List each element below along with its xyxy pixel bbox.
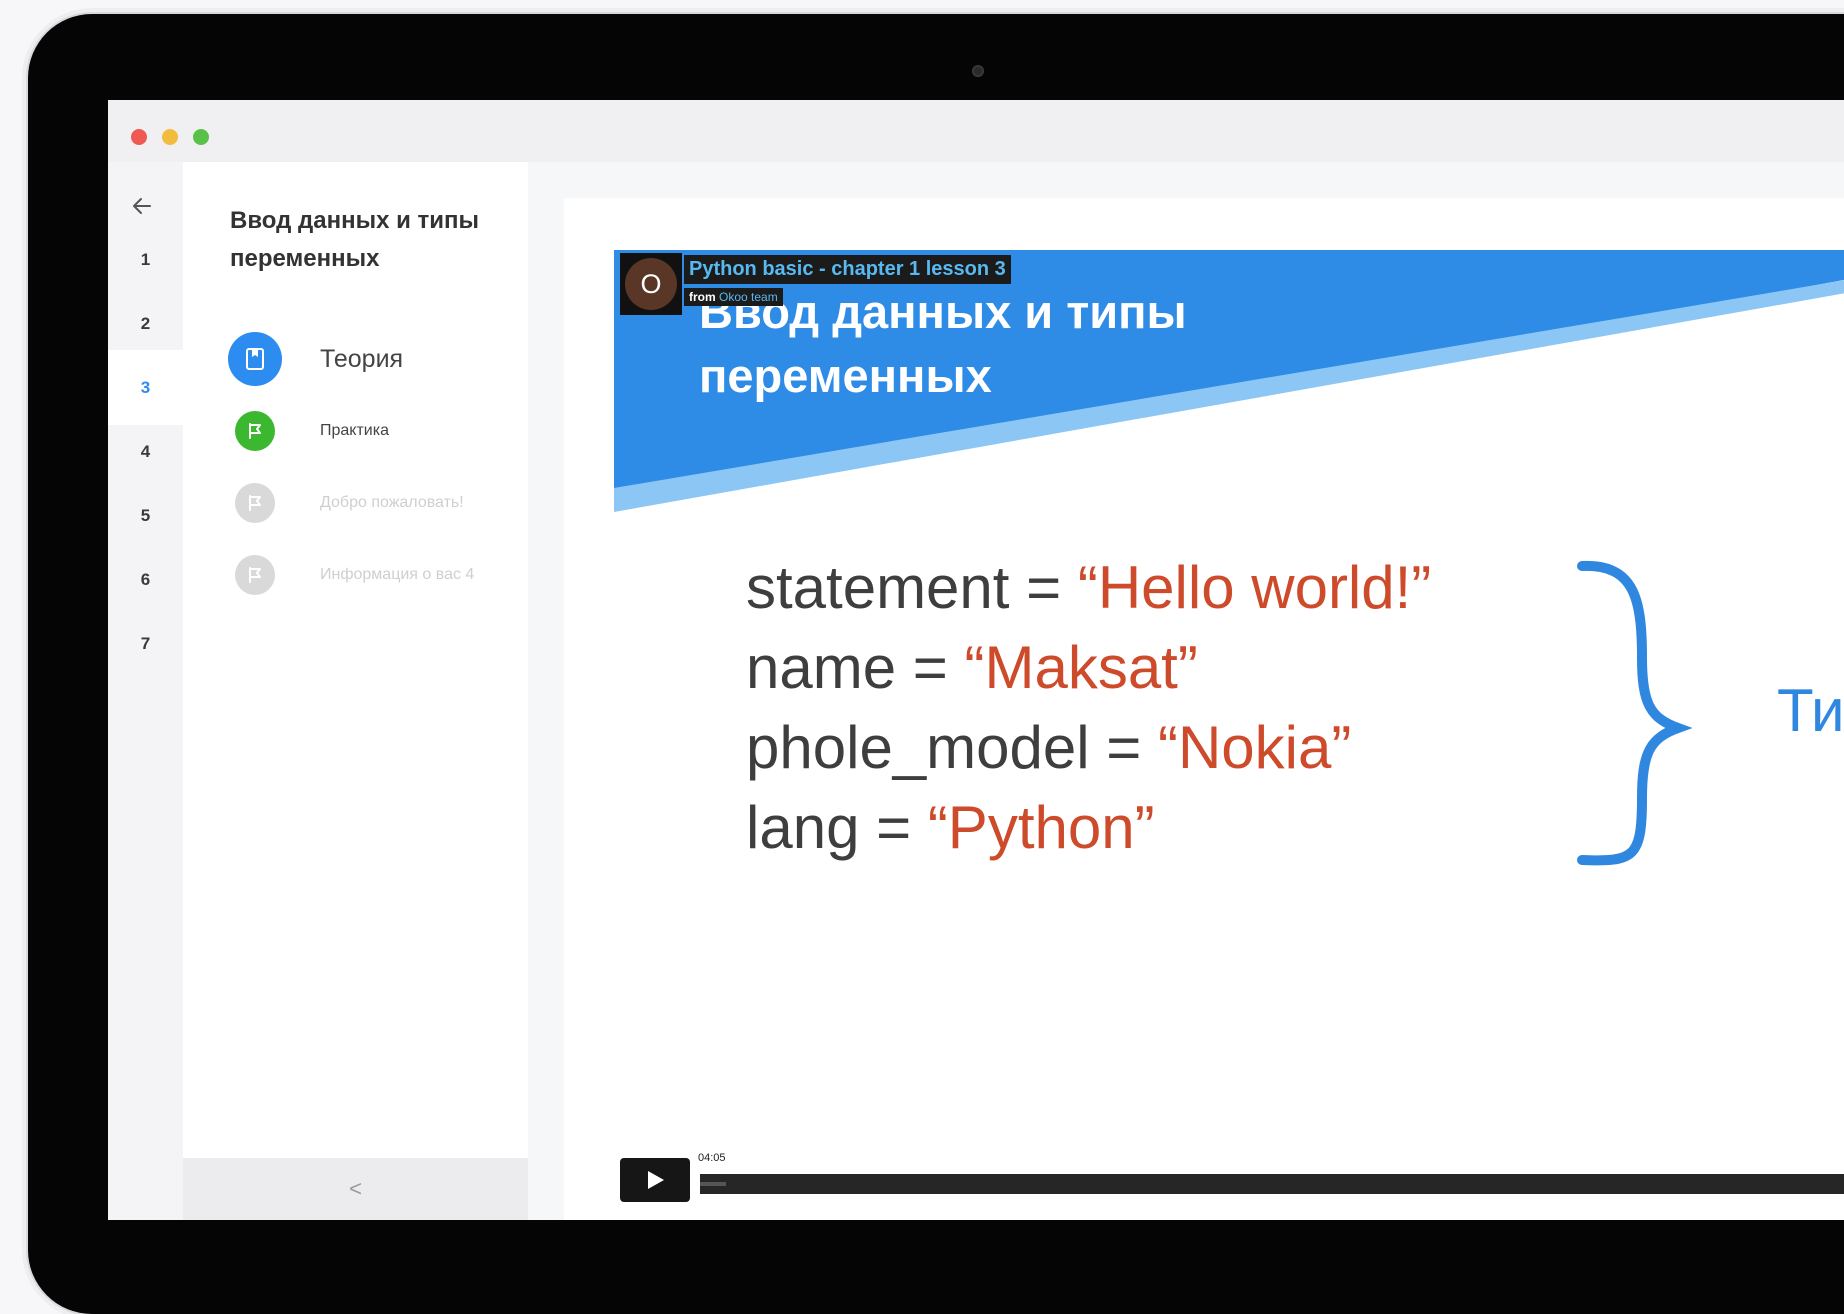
flag-icon xyxy=(235,483,275,523)
main-content: Ввод данных и типы переменных statement … xyxy=(528,162,1844,1220)
curly-brace-icon xyxy=(1577,560,1692,866)
lesson-item-label: Добро пожаловать! xyxy=(320,494,464,511)
step-navigation: 1 2 3 4 5 6 7 xyxy=(108,162,183,1220)
video-author-line: from Okoo team xyxy=(684,288,783,306)
video-from-label: from xyxy=(689,290,716,304)
video-controls: 04:05 xyxy=(620,1152,1844,1208)
code-block: statement = “Hello world!” name = “Maksa… xyxy=(746,548,1431,868)
window-titlebar xyxy=(108,100,1844,162)
code-line: name = “Maksat” xyxy=(746,634,1198,701)
lesson-item-theory[interactable]: Теория xyxy=(228,332,403,386)
avatar-letter: O xyxy=(625,258,677,310)
collapse-panel-button[interactable]: < xyxy=(183,1158,528,1220)
lesson-panel: Ввод данных и типы переменных Теория Пра… xyxy=(183,162,528,1220)
arrow-left-icon[interactable] xyxy=(132,196,152,216)
lesson-item-welcome[interactable]: Добро пожаловать! xyxy=(228,483,464,523)
video-time-label: 04:05 xyxy=(696,1152,728,1164)
zoom-window-button[interactable] xyxy=(193,129,209,145)
lesson-item-label: Практика xyxy=(320,422,389,439)
avatar[interactable]: O xyxy=(620,253,682,315)
camera-icon xyxy=(972,65,984,77)
laptop-frame: 1 2 3 4 5 6 7 Ввод данных и типы перемен… xyxy=(28,14,1844,1314)
lesson-title: Ввод данных и типы переменных xyxy=(230,207,480,272)
minimize-window-button[interactable] xyxy=(162,129,178,145)
play-button[interactable] xyxy=(620,1158,690,1202)
book-icon xyxy=(228,332,282,386)
code-line: statement = “Hello world!” xyxy=(746,554,1432,621)
brace-label: Тип xyxy=(1777,677,1844,744)
code-line: lang = “Python” xyxy=(746,794,1155,861)
lesson-item-label: Теория xyxy=(320,344,404,373)
app-window: 1 2 3 4 5 6 7 Ввод данных и типы перемен… xyxy=(108,100,1844,1220)
video-progress-bar[interactable] xyxy=(700,1174,1844,1194)
lesson-item-practice[interactable]: Практика xyxy=(228,411,389,451)
video-title-link[interactable]: Python basic - chapter 1 lesson 3 xyxy=(684,255,1011,284)
code-line: phole_model = “Nokia” xyxy=(746,714,1352,781)
slide-title: Ввод данных и типы переменных xyxy=(699,285,1187,402)
play-icon xyxy=(648,1171,664,1189)
lesson-item-about-you[interactable]: Информация о вас 4 xyxy=(228,555,480,595)
step-7[interactable]: 7 xyxy=(108,606,183,681)
video-progress-fill xyxy=(700,1182,726,1186)
flag-icon xyxy=(235,555,275,595)
video-author-link[interactable]: Okoo team xyxy=(719,290,778,304)
flag-icon xyxy=(235,411,275,451)
close-window-button[interactable] xyxy=(131,129,147,145)
lesson-item-label: Информация о вас 4 xyxy=(320,566,475,583)
video-player[interactable]: Ввод данных и типы переменных statement … xyxy=(564,198,1844,1220)
